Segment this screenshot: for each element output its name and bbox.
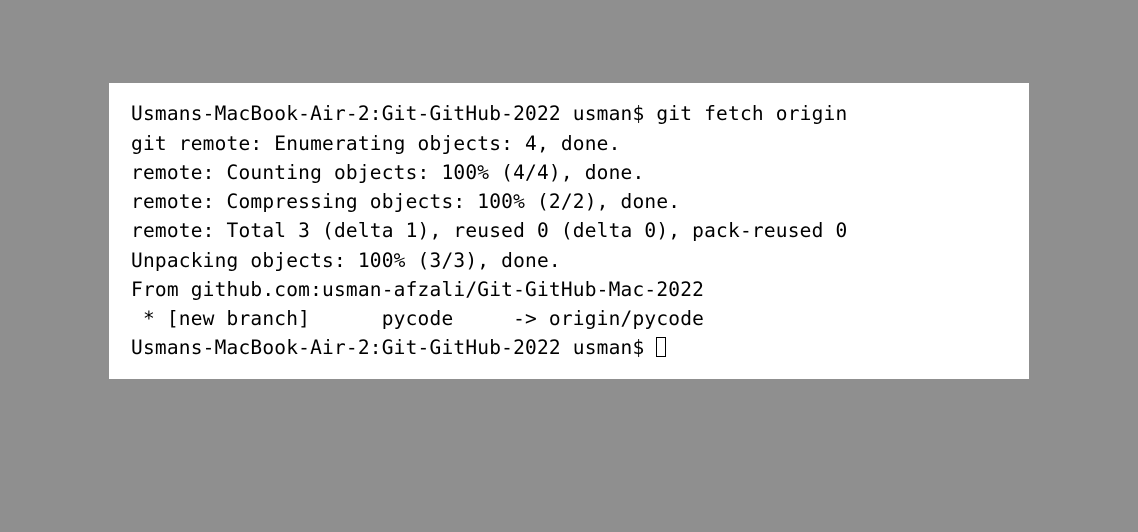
- cursor-icon: [656, 337, 666, 357]
- terminal-prompt: Usmans-MacBook-Air-2:Git-GitHub-2022 usm…: [131, 336, 656, 359]
- terminal-line: remote: Counting objects: 100% (4/4), do…: [131, 158, 1007, 187]
- terminal-prompt-line: Usmans-MacBook-Air-2:Git-GitHub-2022 usm…: [131, 333, 1007, 362]
- terminal-line: * [new branch] pycode -> origin/pycode: [131, 304, 1007, 333]
- terminal-line: Usmans-MacBook-Air-2:Git-GitHub-2022 usm…: [131, 99, 1007, 128]
- terminal-line: From github.com:usman-afzali/Git-GitHub-…: [131, 275, 1007, 304]
- terminal-window[interactable]: Usmans-MacBook-Air-2:Git-GitHub-2022 usm…: [109, 83, 1029, 378]
- terminal-line: remote: Compressing objects: 100% (2/2),…: [131, 187, 1007, 216]
- terminal-line: git remote: Enumerating objects: 4, done…: [131, 129, 1007, 158]
- terminal-line: Unpacking objects: 100% (3/3), done.: [131, 246, 1007, 275]
- terminal-line: remote: Total 3 (delta 1), reused 0 (del…: [131, 216, 1007, 245]
